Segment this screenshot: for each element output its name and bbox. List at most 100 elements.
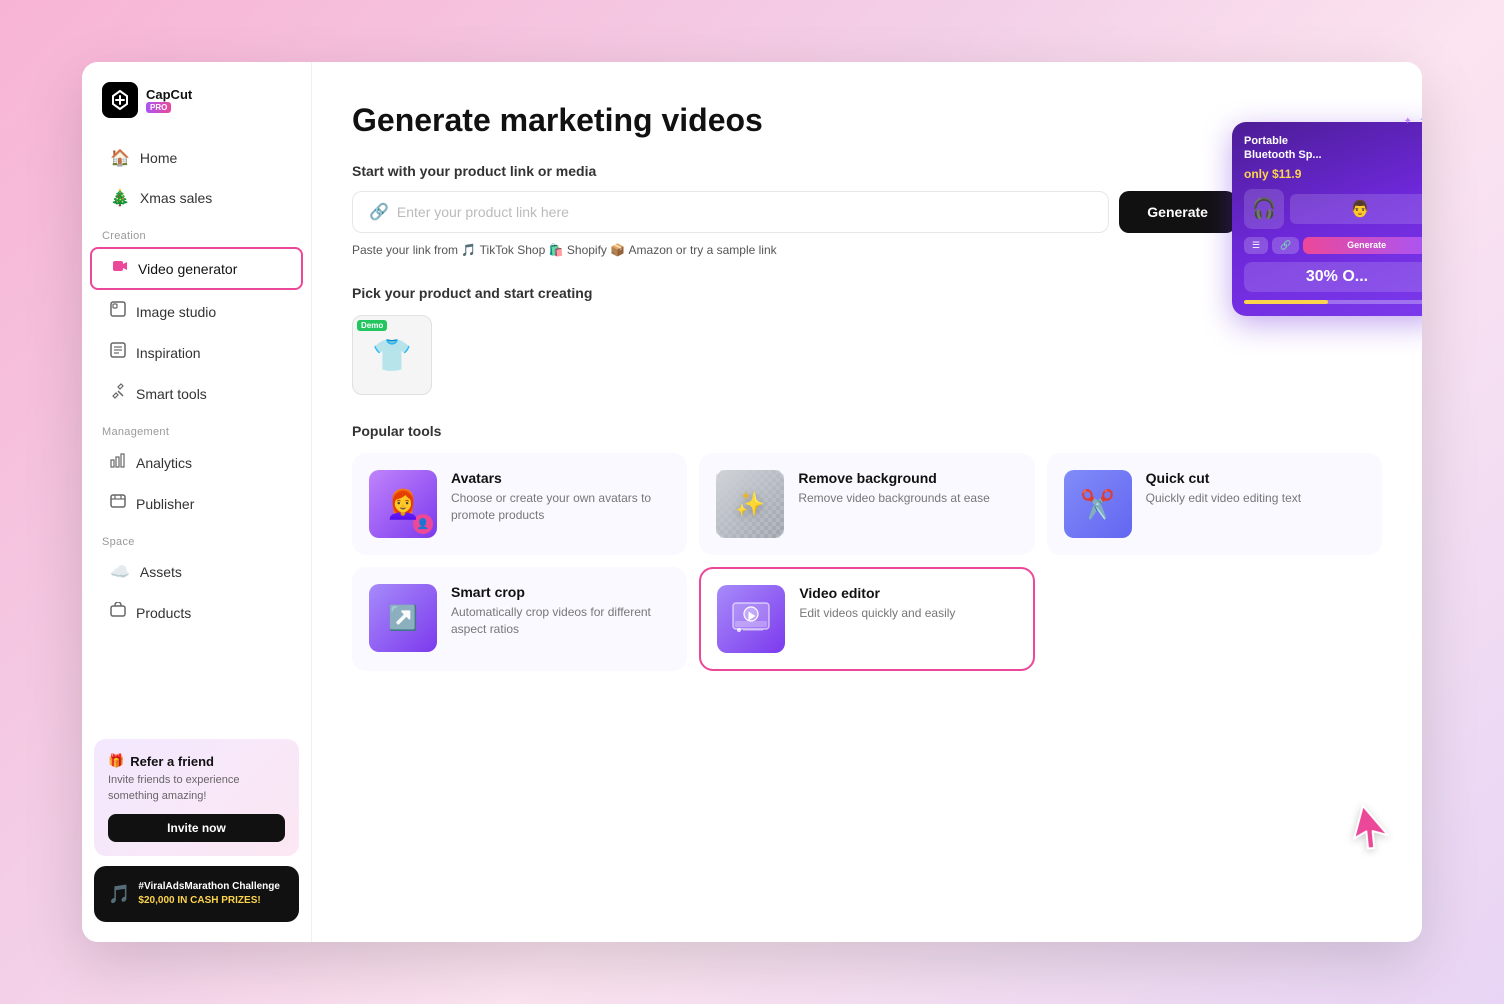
sidebar-item-image-studio[interactable]: Image studio xyxy=(90,292,303,331)
product-thumbnail[interactable]: Demo 👕 xyxy=(352,315,432,395)
shopify-link[interactable]: Shopify xyxy=(567,243,607,257)
publisher-icon xyxy=(110,493,126,514)
sidebar-item-analytics-label: Analytics xyxy=(136,455,192,471)
link-section-label: Start with your product link or media xyxy=(352,163,1382,179)
quick-cut-thumbnail: ✂️ xyxy=(1064,470,1132,538)
tools-grid-row1: 👩‍🦰 👤 Avatars Choose or create your own … xyxy=(352,453,1382,555)
home-icon: 🏠 xyxy=(110,148,130,168)
avatars-desc: Choose or create your own avatars to pro… xyxy=(451,490,670,524)
star-decoration-2: ✦ xyxy=(1404,116,1412,127)
logo-name: CapCut xyxy=(146,87,192,103)
sidebar-item-inspiration[interactable]: Inspiration xyxy=(90,333,303,372)
video-editor-desc: Edit videos quickly and easily xyxy=(799,605,1016,622)
video-editor-thumbnail xyxy=(717,585,785,653)
promo-text: #ViralAdsMarathon Challenge$20,000 IN CA… xyxy=(138,880,280,908)
smart-crop-desc: Automatically crop videos for different … xyxy=(451,604,670,638)
sidebar-item-home-label: Home xyxy=(140,150,177,166)
remove-bg-info: Remove background Remove video backgroun… xyxy=(798,470,1017,507)
logo-badge: PRO xyxy=(146,102,171,113)
quick-cut-name: Quick cut xyxy=(1146,470,1365,486)
smart-tools-icon xyxy=(110,383,126,404)
tool-card-remove-background[interactable]: ✨ Remove background Remove video backgro… xyxy=(699,453,1034,555)
main-content: Generate marketing videos Start with you… xyxy=(312,62,1422,942)
tool-card-quick-cut[interactable]: ✂️ Quick cut Quickly edit video editing … xyxy=(1047,453,1382,555)
add-media-button[interactable]: Add media xyxy=(1268,191,1382,233)
remove-bg-thumbnail: ✨ xyxy=(716,470,784,538)
promo-icon: 🎵 xyxy=(108,884,130,905)
video-editor-name: Video editor xyxy=(799,585,1016,601)
tools-empty-slot xyxy=(1047,567,1382,671)
avatars-thumbnail: 👩‍🦰 👤 xyxy=(369,470,437,538)
section-creation-label: Creation xyxy=(82,218,311,246)
smart-crop-thumbnail: ↗️ xyxy=(369,584,437,652)
tool-card-avatars[interactable]: 👩‍🦰 👤 Avatars Choose or create your own … xyxy=(352,453,687,555)
capcut-logo-icon xyxy=(102,82,138,118)
sample-link[interactable]: try a sample link xyxy=(690,243,777,257)
tools-section-label: Popular tools xyxy=(352,423,1382,439)
sidebar-item-analytics[interactable]: Analytics xyxy=(90,443,303,482)
xmas-icon: 🎄 xyxy=(110,188,130,208)
tool-card-smart-crop[interactable]: ↗️ Smart crop Automatically crop videos … xyxy=(352,567,687,671)
preview-discount-text: 30% O... xyxy=(1250,268,1422,286)
video-generator-icon xyxy=(112,258,128,279)
sidebar-item-inspiration-label: Inspiration xyxy=(136,345,201,361)
tools-grid-row2: ↗️ Smart crop Automatically crop videos … xyxy=(352,567,1382,671)
section-management-label: Management xyxy=(82,414,311,442)
star-decoration-1: ✦ xyxy=(1419,110,1422,130)
analytics-icon xyxy=(110,452,126,473)
sidebar-item-xmas[interactable]: 🎄 Xmas sales xyxy=(90,179,303,217)
avatars-name: Avatars xyxy=(451,470,670,486)
quick-cut-info: Quick cut Quickly edit video editing tex… xyxy=(1146,470,1365,507)
logo-text: CapCut PRO xyxy=(146,87,192,114)
product-pick-label: Pick your product and start creating xyxy=(352,285,1382,301)
refer-icon: 🎁 xyxy=(108,753,124,769)
refer-card: 🎁 Refer a friend Invite friends to exper… xyxy=(94,739,299,856)
tiktok-shop-icon: 🎵 xyxy=(461,243,479,257)
quick-cut-desc: Quickly edit video editing text xyxy=(1146,490,1365,507)
avatars-info: Avatars Choose or create your own avatar… xyxy=(451,470,670,524)
refer-title: 🎁 Refer a friend xyxy=(108,753,285,769)
paste-hint-label: Paste your link from xyxy=(352,243,458,257)
sidebar-item-xmas-label: Xmas sales xyxy=(140,190,212,206)
products-icon xyxy=(110,602,126,623)
sidebar-item-home[interactable]: 🏠 Home xyxy=(90,139,303,177)
smart-crop-info: Smart crop Automatically crop videos for… xyxy=(451,584,670,638)
sidebar-item-video-generator[interactable]: Video generator xyxy=(90,247,303,290)
sidebar-item-assets-label: Assets xyxy=(140,564,182,580)
product-link-input-wrapper[interactable]: 🔗 Enter your product link here xyxy=(352,191,1109,233)
remove-bg-name: Remove background xyxy=(798,470,1017,486)
tiktok-shop-link[interactable]: TikTok Shop xyxy=(480,243,546,257)
sidebar-item-image-studio-label: Image studio xyxy=(136,304,216,320)
sidebar-item-products-label: Products xyxy=(136,605,191,621)
sidebar-item-publisher-label: Publisher xyxy=(136,496,194,512)
refer-desc: Invite friends to experience something a… xyxy=(108,773,285,804)
logo-area: CapCut PRO xyxy=(82,82,311,138)
amazon-icon: 📦 xyxy=(610,243,628,257)
inspiration-icon xyxy=(110,342,126,363)
page-title: Generate marketing videos xyxy=(352,102,1382,139)
sidebar-item-assets[interactable]: ☁️ Assets xyxy=(90,553,303,591)
invite-button[interactable]: Invite now xyxy=(108,814,285,842)
demo-badge: Demo xyxy=(357,320,387,331)
video-editor-info: Video editor Edit videos quickly and eas… xyxy=(799,585,1016,622)
tool-card-video-editor[interactable]: Video editor Edit videos quickly and eas… xyxy=(699,567,1034,671)
sidebar-item-products[interactable]: Products xyxy=(90,593,303,632)
amazon-link[interactable]: Amazon xyxy=(629,243,673,257)
section-space-label: Space xyxy=(82,524,311,552)
image-studio-icon xyxy=(110,301,126,322)
link-icon: 🔗 xyxy=(369,202,389,222)
sidebar-item-publisher[interactable]: Publisher xyxy=(90,484,303,523)
generate-button[interactable]: Generate xyxy=(1119,191,1236,233)
or-separator: or xyxy=(676,243,690,257)
paste-hint: Paste your link from 🎵 TikTok Shop 🛍️ Sh… xyxy=(352,243,1382,257)
sidebar-item-smart-tools[interactable]: Smart tools xyxy=(90,374,303,413)
sidebar-item-video-generator-label: Video generator xyxy=(138,261,237,277)
promo-card[interactable]: 🎵 #ViralAdsMarathon Challenge$20,000 IN … xyxy=(94,866,299,922)
sidebar: CapCut PRO 🏠 Home 🎄 Xmas sales Creation … xyxy=(82,62,312,942)
input-placeholder-text: Enter your product link here xyxy=(397,204,569,220)
sidebar-item-smart-tools-label: Smart tools xyxy=(136,386,207,402)
remove-bg-desc: Remove video backgrounds at ease xyxy=(798,490,1017,507)
cursor-arrow xyxy=(1345,801,1398,866)
assets-icon: ☁️ xyxy=(110,562,130,582)
app-window: CapCut PRO 🏠 Home 🎄 Xmas sales Creation … xyxy=(82,62,1422,942)
